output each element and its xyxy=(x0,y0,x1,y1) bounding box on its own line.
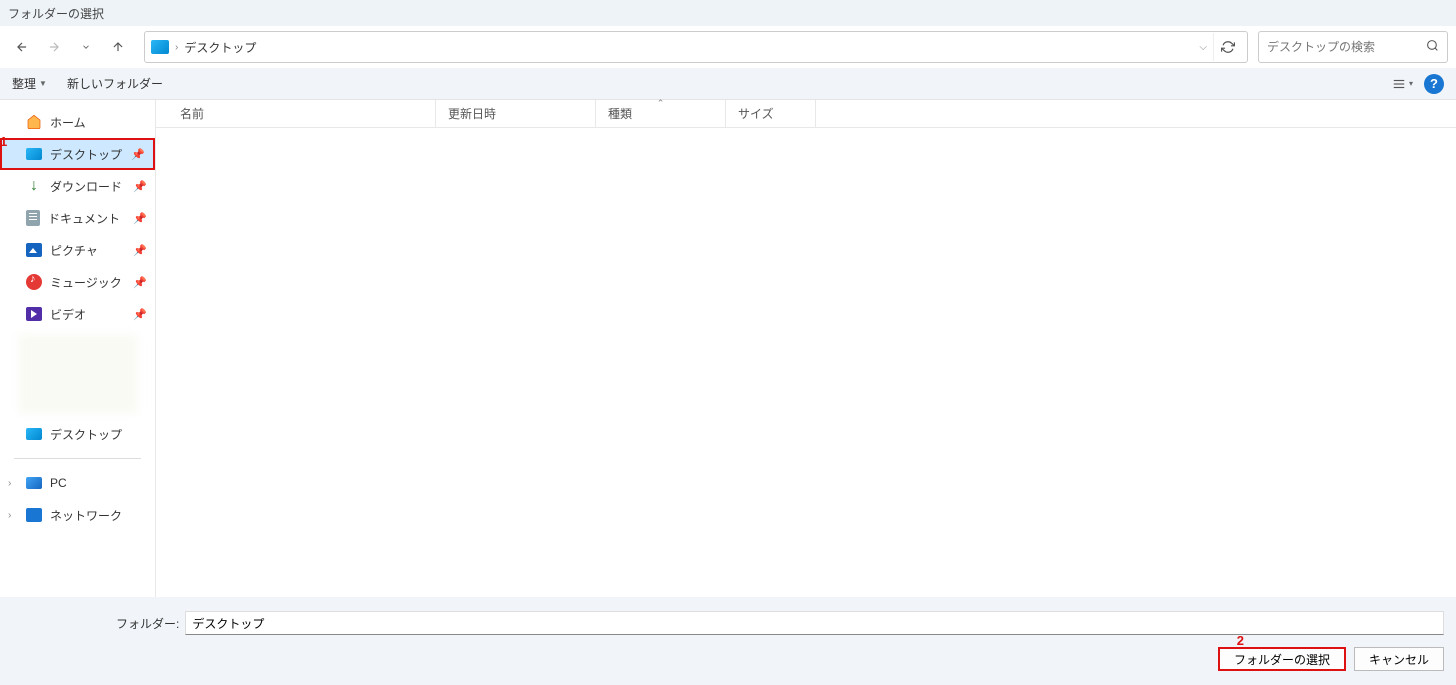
pc-icon xyxy=(26,477,42,489)
tree-item-label: デスクトップ xyxy=(50,146,122,163)
desktop-icon xyxy=(26,428,42,440)
video-icon xyxy=(26,307,42,321)
desktop-icon xyxy=(26,148,42,160)
tree-item-label: ネットワーク xyxy=(50,507,122,524)
select-folder-button[interactable]: フォルダーの選択 xyxy=(1218,647,1346,671)
dialog-title: フォルダーの選択 xyxy=(0,0,1456,26)
tree-item-label: ミュージック xyxy=(50,274,122,291)
tree-item-label: PC xyxy=(50,476,67,490)
tree-item-desktop2[interactable]: デスクトップ xyxy=(0,418,155,450)
annotation-marker-1: 1 xyxy=(0,134,7,149)
dialog-footer: フォルダー: 2 フォルダーの選択 キャンセル xyxy=(0,597,1456,685)
separator xyxy=(14,458,141,459)
path-segment[interactable]: デスクトップ xyxy=(184,39,256,56)
home-icon xyxy=(26,114,42,130)
cancel-button[interactable]: キャンセル xyxy=(1354,647,1444,671)
folder-name-input[interactable] xyxy=(185,611,1444,635)
tree-item-documents[interactable]: ドキュメント 📌 xyxy=(0,202,155,234)
view-options-button[interactable]: ▾ xyxy=(1388,72,1416,96)
column-type[interactable]: ⌃ 種類 xyxy=(596,100,726,127)
back-button[interactable] xyxy=(8,33,36,61)
pin-icon[interactable]: 📌 xyxy=(133,276,147,289)
search-icon xyxy=(1426,39,1439,55)
new-folder-button[interactable]: 新しいフォルダー xyxy=(67,75,163,92)
blurred-item xyxy=(18,334,138,414)
pin-icon[interactable]: 📌 xyxy=(133,308,147,321)
help-icon[interactable]: ? xyxy=(1424,74,1444,94)
pictures-icon xyxy=(26,243,42,257)
tree-item-label: ピクチャ xyxy=(50,242,98,259)
pin-icon[interactable]: 📌 xyxy=(133,212,147,225)
tree-item-label: ダウンロード xyxy=(50,178,122,195)
forward-button[interactable] xyxy=(40,33,68,61)
nav-bar: › デスクトップ ⌵ xyxy=(0,26,1456,68)
up-button[interactable] xyxy=(104,33,132,61)
document-icon xyxy=(26,210,40,226)
column-date[interactable]: 更新日時 xyxy=(436,100,596,127)
pin-icon[interactable]: 📌 xyxy=(131,148,145,161)
recent-dropdown[interactable] xyxy=(72,33,100,61)
tree-item-video[interactable]: ビデオ 📌 xyxy=(0,298,155,330)
download-icon: ↓ xyxy=(26,178,42,194)
chevron-right-icon[interactable]: › xyxy=(8,478,11,489)
refresh-button[interactable] xyxy=(1213,33,1241,61)
chevron-right-icon[interactable]: › xyxy=(8,510,11,521)
pin-icon[interactable]: 📌 xyxy=(133,244,147,257)
tree-item-music[interactable]: ミュージック 📌 xyxy=(0,266,155,298)
chevron-down-icon[interactable]: ⌵ xyxy=(1199,42,1207,53)
tree-item-label: ホーム xyxy=(50,114,86,131)
tree-item-downloads[interactable]: ↓ ダウンロード 📌 xyxy=(0,170,155,202)
tree-item-home[interactable]: ホーム xyxy=(0,106,155,138)
tree-item-label: デスクトップ xyxy=(50,426,122,443)
sort-arrow-icon: ⌃ xyxy=(657,98,665,109)
music-icon xyxy=(26,274,42,290)
navigation-tree: 1 ホーム デスクトップ 📌 ↓ ダウンロード 📌 ドキュメント 📌 ピクチャ … xyxy=(0,100,156,597)
network-icon xyxy=(26,508,42,522)
tree-item-pc[interactable]: › PC xyxy=(0,467,155,499)
search-input[interactable] xyxy=(1267,40,1426,54)
tree-item-label: ビデオ xyxy=(50,306,86,323)
desktop-icon xyxy=(151,40,169,54)
column-name[interactable]: 名前 xyxy=(156,100,436,127)
tree-item-pictures[interactable]: ピクチャ 📌 xyxy=(0,234,155,266)
folder-label: フォルダー: xyxy=(116,615,179,632)
file-list[interactable]: 名前 更新日時 ⌃ 種類 サイズ xyxy=(156,100,1456,597)
column-size[interactable]: サイズ xyxy=(726,100,816,127)
tree-item-label: ドキュメント xyxy=(48,210,120,227)
annotation-marker-2: 2 xyxy=(1237,633,1244,648)
tree-item-desktop[interactable]: デスクトップ 📌 xyxy=(0,138,155,170)
pin-icon[interactable]: 📌 xyxy=(133,180,147,193)
command-bar: 整理▼ 新しいフォルダー ▾ ? xyxy=(0,68,1456,100)
address-bar[interactable]: › デスクトップ ⌵ xyxy=(144,31,1248,63)
search-box[interactable] xyxy=(1258,31,1448,63)
column-headers: 名前 更新日時 ⌃ 種類 サイズ xyxy=(156,100,1456,128)
tree-item-network[interactable]: › ネットワーク xyxy=(0,499,155,531)
chevron-right-icon: › xyxy=(175,42,178,53)
organize-button[interactable]: 整理▼ xyxy=(12,75,47,92)
